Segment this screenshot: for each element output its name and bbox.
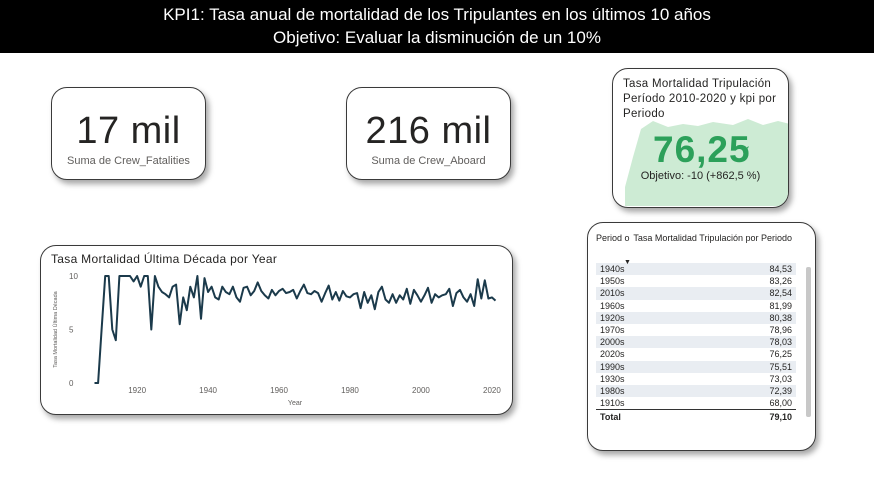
table-row[interactable]: 1960s 81,99 (596, 300, 796, 312)
total-value: 79,10 (769, 412, 792, 423)
crew-fatalities-value: 17 mil (76, 110, 181, 152)
table-row[interactable]: 2010s 82,54 (596, 287, 796, 300)
period-cell: 2010s (600, 288, 625, 299)
period-cell: 1920s (600, 312, 625, 323)
rate-cell: 80,38 (769, 312, 792, 323)
x-tick-label: 2000 (412, 386, 430, 395)
crew-aboard-label: Suma de Crew_Aboard (371, 155, 486, 167)
period-cell: 1910s (600, 398, 625, 409)
x-tick-label: 2020 (483, 386, 501, 395)
x-tick-label: 1920 (128, 386, 146, 395)
rate-cell: 75,51 (769, 361, 792, 372)
mortality-series-line (94, 275, 497, 384)
rate-cell: 73,03 (769, 373, 792, 384)
period-cell: 1980s (600, 385, 625, 396)
rate-cell: 82,54 (769, 288, 792, 299)
kpi-mortality-card[interactable]: Tasa Mortalidad Tripulación Período 2010… (612, 68, 789, 208)
period-cell: 1970s (600, 324, 625, 335)
period-cell: 2000s (600, 337, 625, 348)
kpi-mortality-value: 76,25 (653, 129, 751, 170)
table-row[interactable]: 1930s 73,03 (596, 373, 796, 385)
header-title: KPI1: Tasa anual de mortalidad de los Tr… (163, 5, 711, 24)
x-tick-label: 1960 (270, 386, 288, 395)
x-axis-label: Year (288, 400, 303, 407)
table-body: 1940s 84,53 1950s 83,26 2010s 82,54 1960s 81,99… (596, 263, 796, 409)
rate-cell: 78,96 (769, 324, 792, 335)
report-header: KPI1: Tasa anual de mortalidad de los Tr… (0, 0, 874, 53)
table-row[interactable]: 1910s 68,00 (596, 397, 796, 409)
rate-cell: 83,26 (769, 276, 792, 287)
table-row[interactable]: 1970s 78,96 (596, 324, 796, 336)
mortality-line-chart[interactable]: 05101920 1940 1960 1980 2000 2020YearTasa Mor… (41, 246, 511, 412)
period-table: Period o Tasa Mortalidad Tripulación por… (596, 233, 796, 424)
crew-aboard-value: 216 mil (365, 110, 492, 152)
sort-descending-icon[interactable]: ▼ (624, 259, 631, 266)
kpi-mortality-title: Tasa Mortalidad Tripulación Período 2010… (623, 78, 777, 120)
table-row[interactable]: 1950s 83,26 (596, 275, 796, 287)
table-total-row: Total 79,10 (596, 409, 796, 424)
table-row[interactable]: 2000s 78,03 (596, 336, 796, 349)
table-row[interactable]: 1920s 80,38 (596, 311, 796, 324)
period-cell: 1930s (600, 373, 625, 384)
period-cell: 1960s (600, 300, 625, 311)
table-scrollbar[interactable] (806, 267, 811, 417)
column-header-rate[interactable]: Tasa Mortalidad Tripulación por Periodo (630, 233, 796, 263)
period-cell: 2020s (600, 349, 625, 360)
rate-cell: 76,25 (769, 349, 792, 360)
y-tick-label: 5 (69, 326, 74, 335)
period-cell: 1990s (600, 361, 625, 372)
y-axis-label: Tasa Mortalidad Última Década (52, 290, 59, 367)
x-tick-label: 1940 (199, 386, 217, 395)
crew-fatalities-card[interactable]: 17 mil Suma de Crew_Fatalities (51, 87, 206, 180)
kpi-mortality-goal: Objetivo: -10 (+862,5 %) (640, 170, 761, 182)
header-subtitle: Objetivo: Evaluar la disminución de un 1… (273, 28, 601, 47)
period-cell: 1950s (600, 276, 625, 287)
checkmark-icon: ✓ (741, 143, 752, 157)
y-tick-label: 10 (69, 272, 78, 281)
period-table-card[interactable]: Period o Tasa Mortalidad Tripulación por… (587, 222, 816, 451)
table-row[interactable]: 1990s 75,51 (596, 360, 796, 373)
mortality-line-chart-card[interactable]: Tasa Mortalidad Última Década por Year 0… (40, 245, 513, 415)
table-row[interactable]: 2020s 76,25 (596, 348, 796, 360)
rate-cell: 72,39 (769, 385, 792, 396)
crew-fatalities-label: Suma de Crew_Fatalities (67, 155, 190, 167)
rate-cell: 84,53 (769, 264, 792, 274)
x-tick-label: 1980 (341, 386, 359, 395)
crew-aboard-card[interactable]: 216 mil Suma de Crew_Aboard (346, 87, 511, 180)
rate-cell: 81,99 (769, 300, 792, 311)
table-row[interactable]: 1980s 72,39 (596, 384, 796, 398)
rate-cell: 68,00 (769, 398, 792, 409)
rate-cell: 78,03 (769, 337, 792, 348)
y-tick-label: 0 (69, 379, 74, 388)
total-label: Total (600, 412, 621, 423)
